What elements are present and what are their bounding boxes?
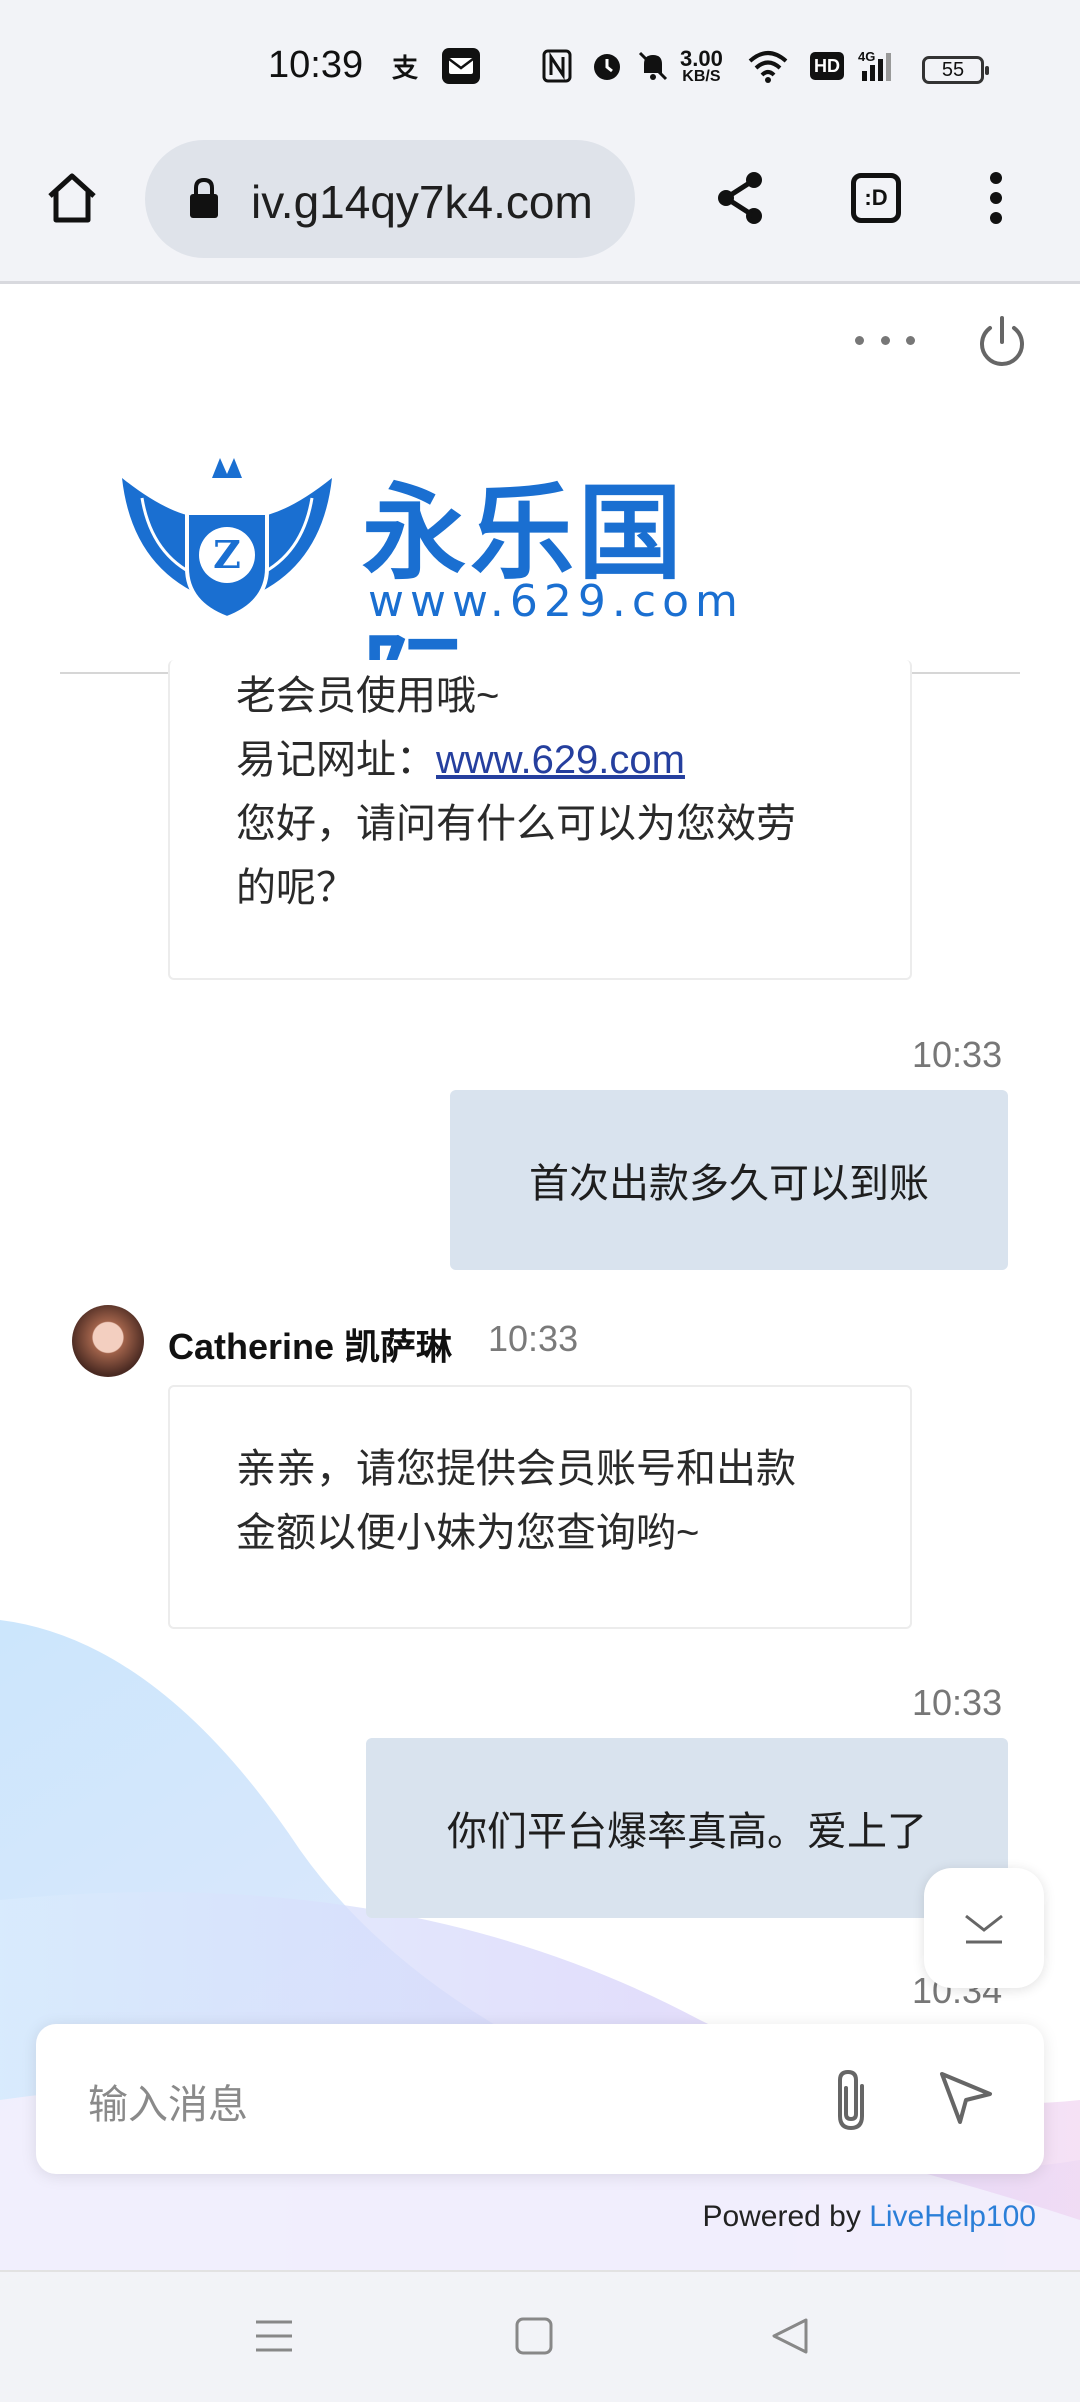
network-speed: 3.00 KB/S (680, 46, 723, 86)
outgoing-message: 首次出款多久可以到账 (450, 1090, 1008, 1270)
nfc-icon (542, 48, 572, 84)
message-input-bar: 输入消息 (36, 2024, 1044, 2174)
svg-text:4G: 4G (858, 49, 875, 64)
scroll-to-bottom-button[interactable] (924, 1868, 1044, 1988)
lock-icon (187, 176, 221, 225)
alarm-icon (590, 48, 624, 84)
message-line: 易记网址：www.629.com (236, 738, 685, 782)
tab-switcher-button[interactable]: :D (836, 158, 916, 238)
send-icon[interactable] (936, 2068, 996, 2133)
message-timestamp: 10:33 (488, 1318, 579, 1359)
brand-logo: Z 永乐国际 www.629.com (112, 450, 792, 745)
message-line: 亲亲，请您提供会员账号和出款 (236, 1447, 796, 1491)
end-chat-button[interactable] (972, 312, 1032, 372)
agent-name: Catherine 凯萨琳 (168, 1326, 453, 1367)
chat-more-button[interactable] (855, 320, 915, 360)
agent-avatar (72, 1305, 144, 1377)
system-nav-bar (0, 2270, 1080, 2402)
mute-icon (636, 48, 670, 84)
home-nav-button[interactable] (514, 2316, 554, 2361)
message-line: 金额以便小妹为您查询哟~ (236, 1511, 700, 1555)
wifi-icon (746, 48, 790, 84)
status-bar: 10:39 支 3.00 KB/S HD 4G 55 (0, 0, 1080, 140)
message-timestamp: 10:33 (912, 1034, 1003, 1075)
home-button[interactable] (32, 158, 112, 238)
outgoing-message: 你们平台爆率真高。爱上了 (366, 1738, 1008, 1918)
signal-icon: 4G (858, 48, 900, 84)
svg-text:Z: Z (213, 532, 241, 577)
chevron-down-icon (965, 1914, 1003, 1944)
logo-url: www.629.com (368, 576, 744, 627)
hd-icon: HD (810, 52, 844, 80)
message-line: 您好，请问有什么可以为您效劳 (236, 802, 796, 846)
message-line: 的呢？ (236, 866, 356, 910)
message-line: 老会员使用哦~ (236, 674, 500, 718)
share-button[interactable] (700, 158, 780, 238)
tab-switcher-label: :D (851, 173, 901, 223)
browser-toolbar: iv.g14qy7k4.com :D (0, 140, 1080, 284)
address-bar[interactable]: iv.g14qy7k4.com (145, 140, 635, 258)
attach-icon[interactable] (826, 2064, 876, 2139)
url-text: iv.g14qy7k4.com (251, 176, 593, 228)
winged-shield-icon: Z (122, 458, 332, 621)
incoming-message: 老会员使用哦~ 易记网址：www.629.com 您好，请问有什么可以为您效劳 … (168, 660, 912, 980)
alipay-icon: 支 (392, 52, 419, 83)
message-timestamp: 10:33 (912, 1682, 1003, 1723)
powered-by: Powered by LiveHelp100 (702, 2200, 1036, 2233)
recents-button[interactable] (254, 2316, 294, 2361)
back-button[interactable] (770, 2316, 810, 2361)
livehelp-link[interactable]: LiveHelp100 (869, 2200, 1036, 2233)
browser-menu-button[interactable] (956, 158, 1036, 238)
mail-icon (442, 48, 480, 84)
site-link[interactable]: www.629.com (436, 738, 685, 782)
battery-indicator: 55 (922, 56, 989, 84)
status-time: 10:39 (268, 44, 364, 86)
incoming-message: 亲亲，请您提供会员账号和出款 金额以便小妹为您查询哟~ (168, 1385, 912, 1629)
message-input[interactable]: 输入消息 (88, 2072, 248, 2130)
